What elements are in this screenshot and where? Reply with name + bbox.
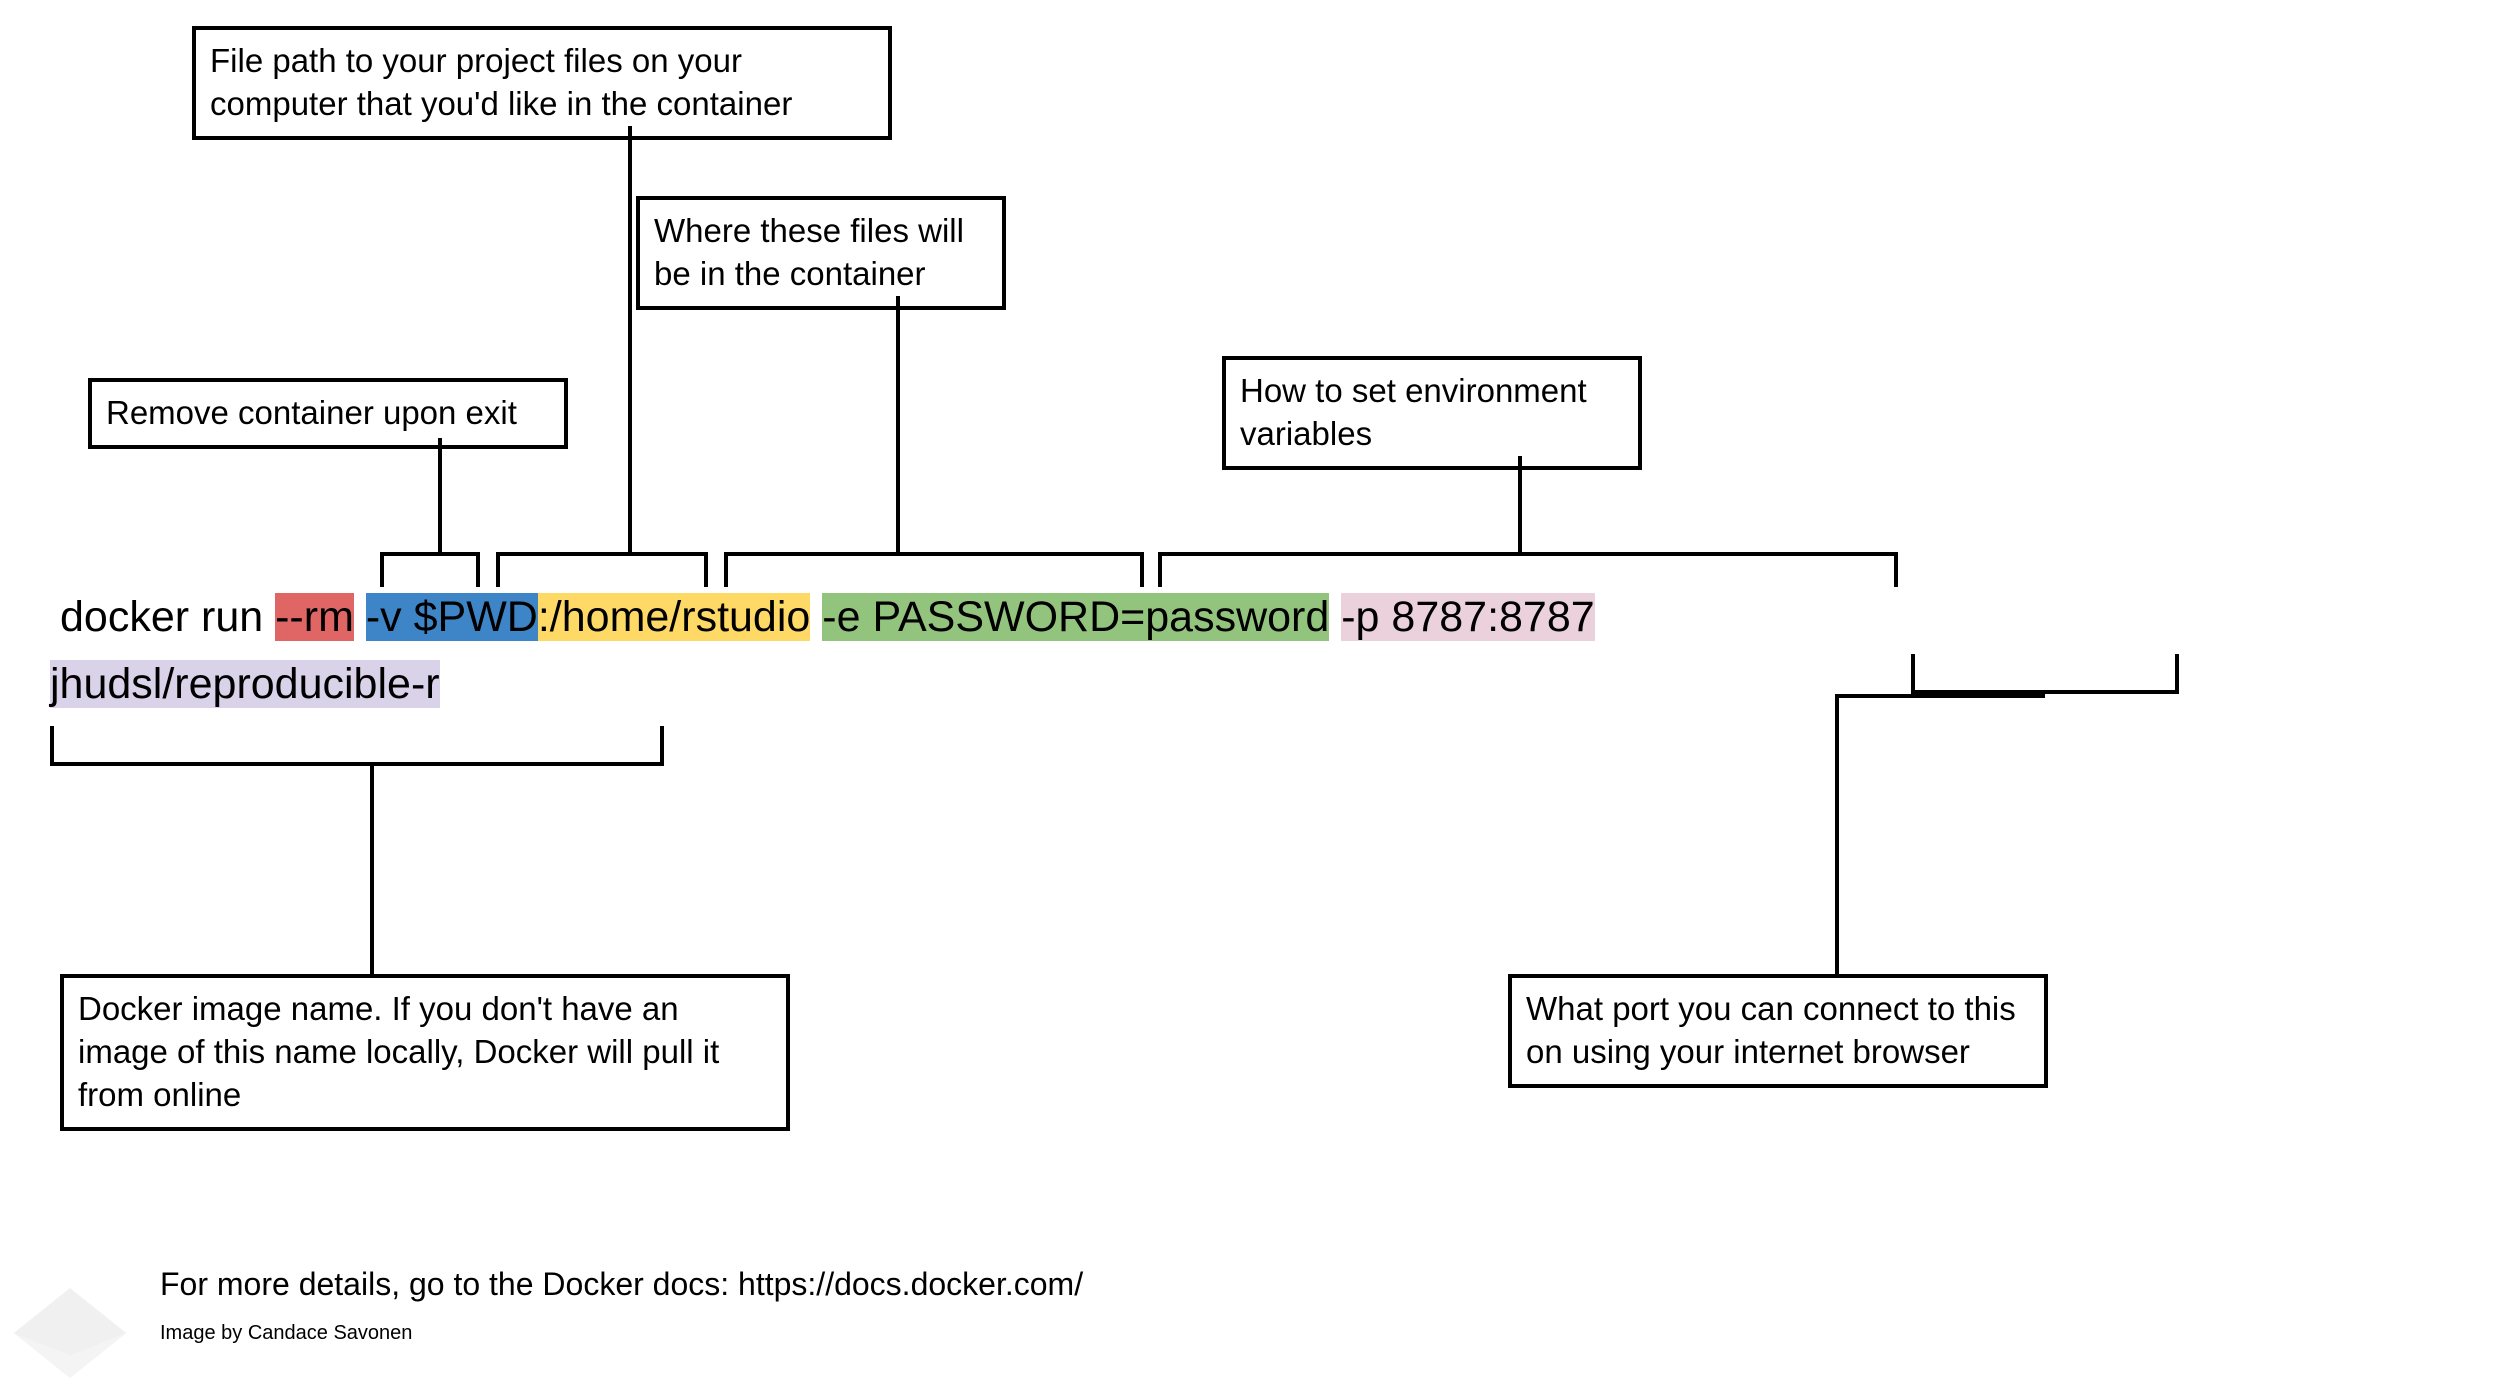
cmd-space3	[1329, 593, 1341, 641]
credit-text: Image by Candace Savonen	[160, 1322, 412, 1345]
label-env: How to set environment variables	[1222, 356, 1642, 470]
cmd-space1	[354, 593, 366, 641]
label-port: What port you can connect to this on usi…	[1508, 974, 2048, 1088]
label-remove: Remove container upon exit	[88, 378, 568, 449]
bracket-remove	[380, 552, 480, 587]
label-where: Where these files will be in the contain…	[636, 196, 1006, 310]
bracket-port	[1911, 654, 2179, 694]
bracket-filepath	[496, 552, 708, 587]
docker-command-line1: docker run --rm -v $PWD:/home/rstudio -e…	[60, 593, 1595, 642]
cmd-rm: --rm	[275, 593, 354, 641]
cmd-port: -p 8787:8787	[1341, 593, 1594, 641]
cmd-env: -e PASSWORD=password	[822, 593, 1329, 641]
connector-env	[1518, 456, 1522, 552]
connector-where	[896, 296, 900, 552]
cmd-vol-src: -v $PWD	[366, 593, 538, 641]
footer-text: For more details, go to the Docker docs:…	[160, 1266, 1083, 1303]
bracket-where	[724, 552, 1144, 587]
cmd-prefix: docker run	[60, 593, 275, 641]
connector-port	[1835, 694, 1839, 974]
label-filepath: File path to your project files on your …	[192, 26, 892, 140]
cmd-vol-dst: /home/rstudio	[550, 593, 811, 641]
connector-image	[370, 766, 374, 974]
docker-command-line2: jhudsl/reproducible-r	[50, 660, 440, 709]
connector-remove	[438, 438, 442, 552]
connector-port-h	[1835, 694, 2045, 698]
connector-filepath	[628, 126, 632, 552]
watermark-icon	[10, 1288, 130, 1378]
cmd-vol-sep: :	[538, 593, 550, 641]
cmd-space2	[810, 593, 822, 641]
bracket-image	[50, 726, 664, 766]
label-image: Docker image name. If you don't have an …	[60, 974, 790, 1131]
bracket-env	[1158, 552, 1898, 587]
cmd-image: jhudsl/reproducible-r	[50, 660, 440, 708]
